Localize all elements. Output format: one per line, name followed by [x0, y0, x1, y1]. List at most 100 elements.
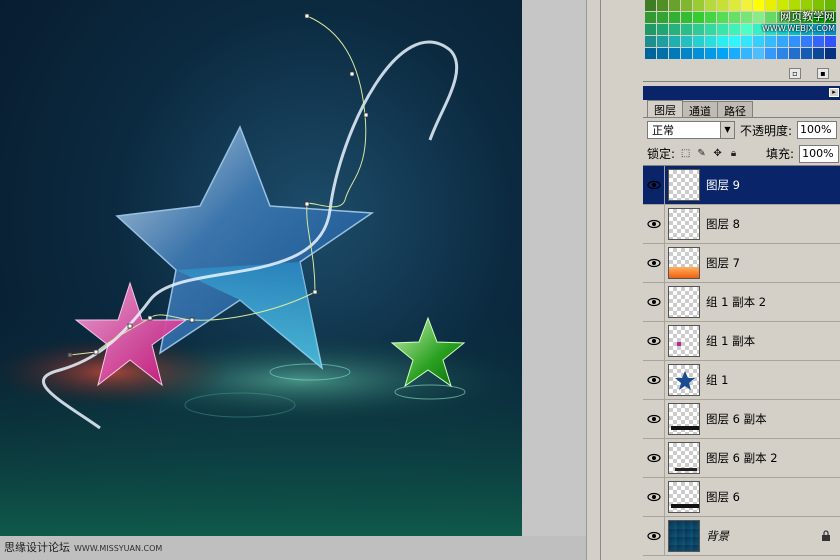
image-canvas[interactable] [0, 0, 522, 536]
visibility-eye-icon[interactable] [643, 321, 665, 361]
layer-row[interactable]: 组 1 副本 2 [643, 282, 840, 322]
color-swatch[interactable] [657, 12, 668, 23]
color-swatch[interactable] [825, 36, 836, 47]
layer-row[interactable]: 组 1 [643, 360, 840, 400]
color-swatch[interactable] [813, 36, 824, 47]
color-swatch[interactable] [693, 24, 704, 35]
color-swatch[interactable] [729, 36, 740, 47]
color-swatch[interactable] [813, 48, 824, 59]
color-swatch[interactable] [729, 24, 740, 35]
visibility-eye-icon[interactable] [643, 516, 665, 556]
layer-thumbnail [668, 286, 700, 318]
color-swatch[interactable] [753, 48, 764, 59]
color-swatch[interactable] [693, 12, 704, 23]
color-swatch[interactable] [705, 0, 716, 11]
layer-row[interactable]: 图层 6 [643, 477, 840, 517]
color-swatch[interactable] [801, 48, 812, 59]
visibility-eye-icon[interactable] [643, 282, 665, 322]
new-swatch-button[interactable]: ▫ [789, 68, 801, 79]
color-swatch[interactable] [669, 36, 680, 47]
layer-name: 组 1 副本 2 [706, 295, 767, 309]
layer-row[interactable]: 图层 8 [643, 204, 840, 244]
color-swatch[interactable] [645, 36, 656, 47]
color-swatch[interactable] [717, 0, 728, 11]
color-swatch[interactable] [741, 12, 752, 23]
color-swatch[interactable] [729, 12, 740, 23]
color-swatch[interactable] [753, 36, 764, 47]
color-swatch[interactable] [777, 36, 788, 47]
visibility-eye-icon[interactable] [643, 477, 665, 517]
color-swatch[interactable] [741, 0, 752, 11]
layer-row[interactable]: 图层 6 副本 2 [643, 438, 840, 478]
color-swatch[interactable] [681, 12, 692, 23]
lock-all-icon[interactable]: 🔒︎ [728, 148, 739, 159]
lock-transparency-icon[interactable]: ⬚ [680, 148, 691, 159]
color-swatch[interactable] [657, 36, 668, 47]
color-swatch[interactable] [645, 24, 656, 35]
blend-mode-value: 正常 [652, 124, 674, 137]
color-swatch[interactable] [717, 36, 728, 47]
color-swatch[interactable] [693, 0, 704, 11]
color-swatch[interactable] [741, 36, 752, 47]
blend-mode-select[interactable]: 正常 ▼ [647, 121, 735, 139]
color-swatch[interactable] [681, 24, 692, 35]
color-swatch[interactable] [717, 12, 728, 23]
color-swatch[interactable] [741, 24, 752, 35]
color-swatch[interactable] [789, 48, 800, 59]
color-swatch[interactable] [681, 0, 692, 11]
color-swatch[interactable] [717, 48, 728, 59]
color-swatch[interactable] [729, 48, 740, 59]
color-swatch[interactable] [801, 36, 812, 47]
color-swatch[interactable] [645, 0, 656, 11]
color-swatch[interactable] [777, 48, 788, 59]
fill-field[interactable]: 100% [799, 144, 840, 163]
tab-layers[interactable]: 图层 [647, 100, 683, 117]
color-swatch[interactable] [681, 48, 692, 59]
color-swatch[interactable] [645, 12, 656, 23]
visibility-eye-icon[interactable] [643, 438, 665, 478]
visibility-eye-icon[interactable] [643, 204, 665, 244]
color-swatch[interactable] [765, 36, 776, 47]
color-swatch[interactable] [669, 12, 680, 23]
panel-menu-button[interactable]: ▸ [829, 88, 839, 97]
lock-image-icon[interactable]: ✎ [696, 148, 707, 159]
vertical-scrollbar[interactable] [586, 0, 600, 560]
layer-row[interactable]: 图层 7 [643, 243, 840, 283]
color-swatch[interactable] [669, 0, 680, 11]
layer-row[interactable]: 组 1 副本 [643, 321, 840, 361]
color-swatch[interactable] [681, 36, 692, 47]
layer-name: 图层 9 [706, 178, 740, 192]
color-swatch[interactable] [693, 48, 704, 59]
color-swatch[interactable] [669, 24, 680, 35]
opacity-field[interactable]: 100% [797, 121, 838, 139]
color-swatch[interactable] [825, 48, 836, 59]
color-swatch[interactable] [669, 48, 680, 59]
color-swatch[interactable] [705, 48, 716, 59]
layers-panel-titlebar[interactable]: ▸ [643, 86, 840, 100]
visibility-eye-icon[interactable] [643, 360, 665, 400]
visibility-eye-icon[interactable] [643, 243, 665, 283]
color-swatch[interactable] [705, 24, 716, 35]
layer-row[interactable]: 图层 9 [643, 165, 840, 205]
color-swatch[interactable] [741, 48, 752, 59]
color-swatch[interactable] [717, 24, 728, 35]
color-swatch[interactable] [693, 36, 704, 47]
layer-row[interactable]: 图层 6 副本 [643, 399, 840, 439]
color-swatch[interactable] [645, 48, 656, 59]
color-swatch[interactable] [705, 12, 716, 23]
lock-position-icon[interactable]: ✥ [712, 148, 723, 159]
visibility-eye-icon[interactable] [643, 399, 665, 439]
visibility-eye-icon[interactable] [643, 165, 665, 205]
color-swatch[interactable] [657, 48, 668, 59]
delete-swatch-button[interactable]: ▪ [817, 68, 829, 79]
tab-channels[interactable]: 通道 [682, 101, 718, 118]
color-swatch[interactable] [729, 0, 740, 11]
color-swatch[interactable] [789, 36, 800, 47]
color-swatch[interactable] [705, 36, 716, 47]
layer-name: 图层 7 [706, 256, 740, 270]
color-swatch[interactable] [657, 0, 668, 11]
color-swatch[interactable] [765, 48, 776, 59]
color-swatch[interactable] [657, 24, 668, 35]
layer-row[interactable]: 背景 [643, 516, 840, 556]
tab-paths[interactable]: 路径 [717, 101, 753, 118]
